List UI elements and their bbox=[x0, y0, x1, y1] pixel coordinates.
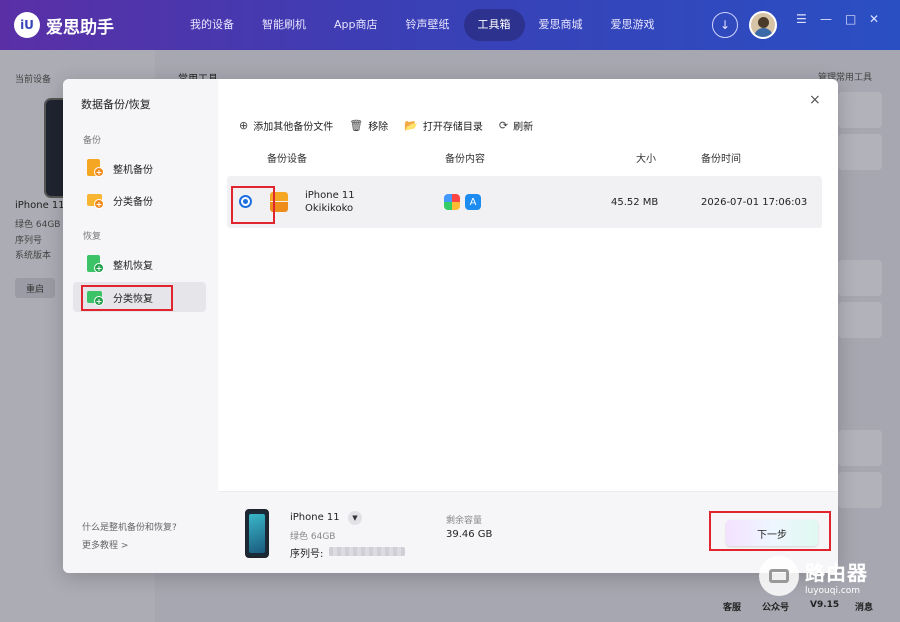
bg-footer-service[interactable]: 客服 bbox=[723, 600, 741, 613]
bg-serial-label: 序列号 bbox=[15, 236, 43, 246]
highlight-box bbox=[709, 511, 831, 551]
highlight-box bbox=[81, 285, 173, 311]
table-row[interactable]: iPhone 11 Okikikoko A 45.52 MB 2026-07-0… bbox=[227, 176, 822, 228]
nav-app-store[interactable]: App商店 bbox=[320, 9, 392, 41]
avatar[interactable] bbox=[749, 11, 777, 39]
top-bar: iU 爱思助手 我的设备 智能刷机 App商店 铃声壁纸 工具箱 爱思商城 爱思… bbox=[0, 0, 900, 50]
maximize-icon[interactable]: □ bbox=[845, 12, 856, 26]
add-file-icon: ⊕ bbox=[239, 119, 249, 132]
logo-icon: iU bbox=[14, 12, 40, 38]
dialog-toolbar: ⊕ 添加其他备份文件 🗑 移除 📂 打开存储目录 ⟳ 刷新 bbox=[239, 118, 533, 133]
capacity-label: 剩余容量 bbox=[446, 516, 483, 526]
main-nav: 我的设备 智能刷机 App商店 铃声壁纸 工具箱 爱思商城 爱思游戏 bbox=[176, 9, 669, 41]
dialog-sidebar: 数据备份/恢复 备份 + 整机备份 + 分类备份 恢复 + 整机恢复 + 分类恢… bbox=[63, 79, 218, 573]
refresh-button[interactable]: ⟳ 刷新 bbox=[499, 118, 533, 133]
more-tutorials-link[interactable]: 更多教程 > bbox=[82, 538, 128, 551]
nav-games[interactable]: 爱思游戏 bbox=[597, 9, 669, 41]
bg-device-name: iPhone 11 bbox=[15, 200, 65, 211]
sidebar-item-label: 整机恢复 bbox=[113, 260, 153, 272]
whole-backup-icon: + bbox=[85, 158, 105, 178]
sidebar-item-whole-restore[interactable]: + 整机恢复 bbox=[73, 249, 206, 279]
row-size: 45.52 MB bbox=[611, 197, 659, 208]
bg-system-label: 系统版本 bbox=[15, 251, 52, 261]
nav-toolbox[interactable]: 工具箱 bbox=[463, 9, 525, 41]
open-storage-dir-button[interactable]: 📂 打开存储目录 bbox=[404, 118, 483, 133]
bg-footer-wechat[interactable]: 公众号 bbox=[762, 600, 789, 613]
folder-icon: 📂 bbox=[404, 119, 418, 132]
download-icon[interactable]: ↓ bbox=[712, 12, 738, 38]
footer-device-name: iPhone 11 bbox=[290, 512, 340, 523]
photos-icon bbox=[444, 194, 460, 210]
watermark: 路由器 luyouqi.com bbox=[759, 556, 868, 596]
sidebar-item-whole-backup[interactable]: + 整机备份 bbox=[73, 153, 206, 183]
app-title: 爱思助手 bbox=[46, 17, 114, 38]
close-dialog-icon[interactable]: × bbox=[809, 92, 821, 108]
close-window-icon[interactable]: ✕ bbox=[869, 12, 879, 26]
nav-flash[interactable]: 智能刷机 bbox=[248, 9, 320, 41]
nav-my-device[interactable]: 我的设备 bbox=[176, 9, 248, 41]
footer-device-color: 绿色 64GB bbox=[290, 532, 336, 542]
whole-restore-icon: + bbox=[85, 254, 105, 274]
watermark-title: 路由器 bbox=[805, 560, 868, 585]
row-time: 2026-07-01 17:06:03 bbox=[701, 197, 808, 208]
refresh-label: 刷新 bbox=[513, 122, 534, 133]
section-backup-label: 备份 bbox=[83, 136, 102, 146]
bg-tool-tile[interactable] bbox=[838, 302, 882, 338]
sidebar-item-category-backup[interactable]: + 分类备份 bbox=[73, 185, 206, 215]
bg-footer-messages[interactable]: 消息 bbox=[855, 600, 873, 613]
app-store-icon: A bbox=[465, 194, 481, 210]
bg-tool-tile[interactable] bbox=[838, 260, 882, 296]
bg-device-color: 绿色 64GB bbox=[15, 220, 61, 230]
column-header-content: 备份内容 bbox=[445, 154, 485, 165]
menu-icon[interactable]: ☰ bbox=[796, 12, 807, 26]
column-header-size: 大小 bbox=[636, 154, 656, 165]
nav-ringtones[interactable]: 铃声壁纸 bbox=[392, 9, 464, 41]
remove-label: 移除 bbox=[368, 122, 389, 133]
trash-icon: 🗑 bbox=[349, 119, 364, 132]
bg-tool-tile[interactable] bbox=[838, 92, 882, 128]
watermark-subtitle: luyouqi.com bbox=[805, 585, 861, 596]
bg-tool-tile[interactable] bbox=[838, 472, 882, 508]
nav-mall[interactable]: 爱思商城 bbox=[525, 9, 597, 41]
dialog-footer: iPhone 11 ▼ 绿色 64GB 序列号: 剩余容量 39.46 GB 下… bbox=[218, 491, 838, 573]
bg-footer-version: V9.15 bbox=[810, 600, 840, 610]
device-dropdown-icon[interactable]: ▼ bbox=[348, 511, 362, 525]
bg-tool-tile[interactable] bbox=[838, 134, 882, 170]
column-header-time: 备份时间 bbox=[701, 154, 741, 165]
help-question-link[interactable]: 什么是整机备份和恢复? bbox=[82, 520, 177, 533]
section-restore-label: 恢复 bbox=[83, 232, 102, 242]
row-device-model: iPhone 11 bbox=[305, 190, 355, 201]
dialog-title: 数据备份/恢复 bbox=[81, 98, 151, 111]
bg-current-device-label: 当前设备 bbox=[15, 75, 52, 85]
highlight-box bbox=[231, 186, 275, 224]
router-logo-icon bbox=[759, 556, 799, 596]
add-backup-file-button[interactable]: ⊕ 添加其他备份文件 bbox=[239, 118, 333, 133]
remove-button[interactable]: 🗑 移除 bbox=[349, 118, 388, 133]
capacity-value: 39.46 GB bbox=[446, 529, 493, 540]
sidebar-item-label: 整机备份 bbox=[113, 164, 153, 176]
category-backup-icon: + bbox=[85, 190, 105, 210]
bg-reboot-button[interactable]: 重启 bbox=[15, 278, 55, 298]
backup-restore-dialog: 数据备份/恢复 备份 + 整机备份 + 分类备份 恢复 + 整机恢复 + 分类恢… bbox=[63, 79, 838, 573]
bg-tool-tile[interactable] bbox=[838, 430, 882, 466]
open-storage-dir-label: 打开存储目录 bbox=[422, 122, 483, 133]
sidebar-item-label: 分类备份 bbox=[113, 196, 153, 208]
column-header-device: 备份设备 bbox=[267, 154, 307, 165]
add-backup-file-label: 添加其他备份文件 bbox=[253, 122, 334, 133]
row-device-name: Okikikoko bbox=[305, 203, 354, 214]
footer-serial-label: 序列号: bbox=[290, 549, 324, 560]
serial-number-redacted bbox=[329, 547, 405, 556]
minimize-icon[interactable]: — bbox=[820, 12, 832, 26]
refresh-icon: ⟳ bbox=[498, 119, 509, 132]
device-phone-image bbox=[245, 509, 269, 558]
app-logo[interactable]: iU 爱思助手 bbox=[14, 12, 114, 38]
